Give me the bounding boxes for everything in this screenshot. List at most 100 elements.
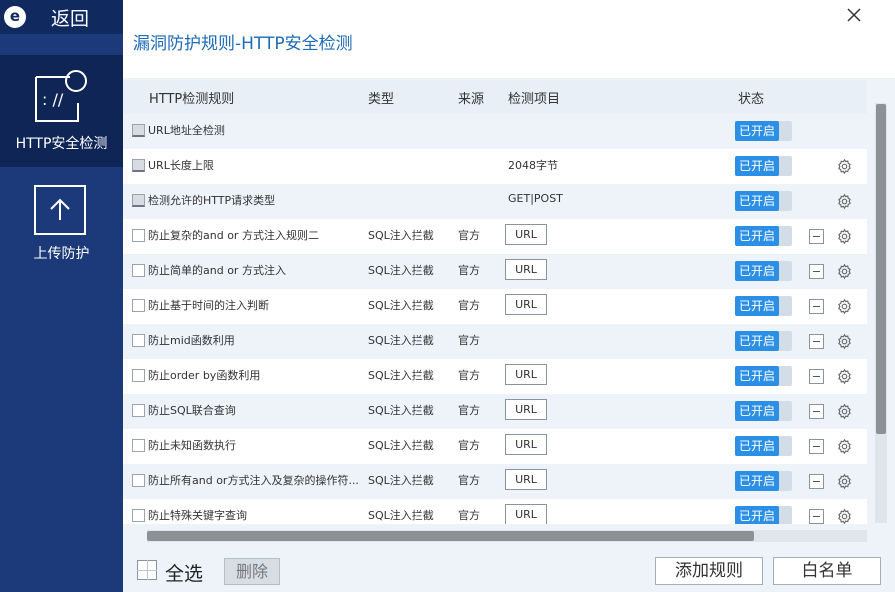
gear-icon[interactable] [836,473,853,490]
status-toggle[interactable]: 已开启 [735,506,792,524]
rule-type: SQL注入拦截 [368,474,434,487]
row-checkbox[interactable] [132,299,145,312]
horizontal-scroll-thumb[interactable] [147,531,754,541]
collapse-button[interactable] [809,509,824,524]
close-icon[interactable] [845,6,863,24]
status-toggle[interactable]: 已开启 [735,436,792,456]
status-toggle[interactable]: 已开启 [735,366,792,386]
status-toggle[interactable]: 已开启 [735,121,792,141]
rule-name: 检测允许的HTTP请求类型 [148,194,276,207]
column-header-type: 类型 [368,92,395,107]
detect-item-button[interactable]: URL [505,504,547,524]
rule-type: SQL注入拦截 [368,264,434,277]
rule-type: SQL注入拦截 [368,299,434,312]
row-checkbox[interactable] [132,369,145,382]
row-checkbox[interactable] [132,229,145,242]
status-toggle[interactable]: 已开启 [735,191,792,211]
collapse-button[interactable] [809,264,824,279]
collapse-button[interactable] [809,229,824,244]
delete-button[interactable]: 删除 [224,558,280,585]
horizontal-scrollbar[interactable] [147,530,867,542]
rule-source: 官方 [458,229,480,242]
rule-name: 防止特殊关键字查询 [148,509,247,522]
detect-item-button[interactable]: URL [505,224,547,245]
rule-name: 防止简单的and or 方式注入 [148,264,286,277]
gear-icon[interactable] [836,508,853,524]
status-toggle[interactable]: 已开启 [735,331,792,351]
row-checkbox[interactable] [132,124,145,137]
rule-type: SQL注入拦截 [368,369,434,382]
detect-item-button[interactable]: URL [505,469,547,490]
collapse-button[interactable] [809,404,824,419]
svg-text:: //: : // [42,90,64,109]
row-checkbox[interactable] [132,334,145,347]
rule-name: 防止基于时间的注入判断 [148,299,269,312]
status-toggle[interactable]: 已开启 [735,226,792,246]
detect-item-button[interactable]: URL [505,399,547,420]
back-button[interactable]: e 返回 [0,0,123,34]
collapse-button[interactable] [809,439,824,454]
sidebar-item-http-security[interactable]: : // HTTP安全检测 [0,55,123,167]
detect-item-button[interactable]: URL [505,294,547,315]
sidebar: e 返回 : // HTTP安全检测 上传防护 [0,0,123,592]
detect-item-button[interactable]: URL [505,364,547,385]
vertical-scrollbar[interactable] [875,103,887,523]
status-toggle[interactable]: 已开启 [735,471,792,491]
row-checkbox[interactable] [132,439,145,452]
detect-item-button[interactable]: URL [505,434,547,455]
rule-source: 官方 [458,509,480,522]
vertical-scroll-thumb[interactable] [876,104,886,434]
table-header: HTTP检测规则 类型 来源 检测项目 状态 [123,80,867,114]
table-row: 防止简单的and or 方式注入 SQL注入拦截 官方 URL 已开启 [123,254,867,289]
status-toggle[interactable]: 已开启 [735,401,792,421]
sidebar-item-upload-protection[interactable]: 上传防护 [0,170,123,282]
table-row: 防止order by函数利用 SQL注入拦截 官方 URL 已开启 [123,359,867,394]
collapse-button[interactable] [809,334,824,349]
select-all-label[interactable]: 全选 [165,559,203,586]
status-toggle[interactable]: 已开启 [735,296,792,316]
status-label: 已开启 [735,191,779,211]
rule-name: 防止mid函数利用 [148,334,235,347]
page-title: 漏洞防护规则-HTTP安全检测 [133,34,353,54]
table-row: URL地址全检测 已开启 [123,114,867,149]
row-checkbox[interactable] [132,509,145,522]
gear-icon[interactable] [836,298,853,315]
status-label: 已开启 [735,331,779,351]
sidebar-item-label: 上传防护 [33,246,90,262]
rule-type: SQL注入拦截 [368,439,434,452]
gear-icon[interactable] [836,368,853,385]
rule-name: 防止未知函数执行 [148,439,236,452]
rule-source: 官方 [458,369,480,382]
row-checkbox[interactable] [132,194,145,207]
gear-icon[interactable] [836,158,853,175]
gear-icon[interactable] [836,263,853,280]
main-panel: 漏洞防护规则-HTTP安全检测 HTTP检测规则 类型 来源 检测项目 状态 U… [123,0,895,592]
gear-icon[interactable] [836,193,853,210]
row-checkbox[interactable] [132,474,145,487]
detect-item-value: 2048字节 [508,159,558,172]
rule-type: SQL注入拦截 [368,334,434,347]
rule-name: 防止所有and or方式注入及复杂的操作符... [148,474,358,487]
rule-source: 官方 [458,439,480,452]
detect-item-button[interactable]: URL [505,259,547,280]
row-checkbox[interactable] [132,159,145,172]
row-checkbox[interactable] [132,404,145,417]
gear-icon[interactable] [836,333,853,350]
table-row: 防止mid函数利用 SQL注入拦截 官方 已开启 [123,324,867,359]
row-checkbox[interactable] [132,264,145,277]
select-all-checkbox[interactable] [137,560,157,580]
gear-icon[interactable] [836,403,853,420]
gear-icon[interactable] [836,438,853,455]
whitelist-button[interactable]: 白名单 [773,557,881,585]
status-label: 已开启 [735,366,779,386]
rule-source: 官方 [458,264,480,277]
status-toggle[interactable]: 已开启 [735,156,792,176]
gear-icon[interactable] [836,228,853,245]
rule-source: 官方 [458,299,480,312]
upload-icon [34,185,86,235]
status-toggle[interactable]: 已开启 [735,261,792,281]
add-rule-button[interactable]: 添加规则 [655,557,763,585]
collapse-button[interactable] [809,369,824,384]
collapse-button[interactable] [809,299,824,314]
collapse-button[interactable] [809,474,824,489]
